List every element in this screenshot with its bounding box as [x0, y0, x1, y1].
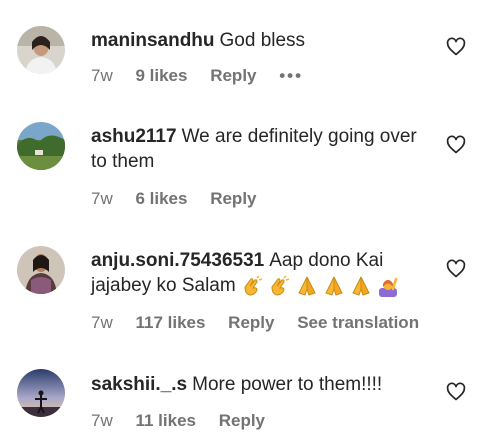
- comment-text: More power to them!!!!: [192, 374, 383, 395]
- like-heart-icon[interactable]: [446, 135, 466, 155]
- comment-meta: 7w 117 likes Reply See translation: [91, 313, 437, 333]
- like-heart-icon[interactable]: [446, 382, 466, 402]
- see-translation-button[interactable]: See translation: [297, 313, 419, 332]
- comment-username[interactable]: sakshii._.s: [91, 374, 187, 395]
- like-heart-icon[interactable]: [446, 37, 466, 57]
- avatar[interactable]: [17, 122, 65, 170]
- comment-time: 7w: [91, 189, 113, 208]
- clapping-hands-icon: [244, 275, 263, 296]
- more-options-button[interactable]: •••: [279, 66, 303, 85]
- avatar[interactable]: [17, 246, 65, 294]
- reply-button[interactable]: Reply: [219, 411, 265, 430]
- comment-body: ashu2117 We are definitely going over to …: [91, 124, 421, 174]
- comment-username[interactable]: maninsandhu: [91, 30, 215, 51]
- emoji-row: [241, 275, 399, 297]
- folded-hands-icon: [325, 276, 343, 296]
- avatar[interactable]: [17, 26, 65, 74]
- reply-button[interactable]: Reply: [210, 66, 256, 85]
- comment-likes[interactable]: 117 likes: [135, 313, 205, 332]
- folded-hands-icon: [297, 276, 316, 296]
- comment-likes[interactable]: 11 likes: [135, 411, 196, 430]
- folded-hands-icon: [352, 276, 370, 296]
- clapping-hands-icon: [271, 275, 290, 296]
- comment-time: 7w: [91, 66, 113, 85]
- comment-likes[interactable]: 9 likes: [135, 66, 187, 85]
- like-heart-icon[interactable]: [446, 259, 466, 279]
- comment-time: 7w: [91, 313, 113, 332]
- comment-username[interactable]: anju.soni.75436531: [91, 250, 264, 271]
- comment-body: maninsandhu God bless: [91, 28, 421, 53]
- avatar[interactable]: [17, 369, 65, 417]
- reply-button[interactable]: Reply: [210, 189, 256, 208]
- comment-username[interactable]: ashu2117: [91, 126, 177, 147]
- person-raising-hand-icon: [379, 277, 398, 297]
- comment-body: sakshii._.s More power to them!!!!: [91, 372, 421, 397]
- comment-meta: 7w 6 likes Reply: [91, 189, 275, 209]
- comment-time: 7w: [91, 411, 113, 430]
- comment-text: God bless: [219, 30, 306, 51]
- comment-body: anju.soni.75436531 Aap dono Kai jajabey k…: [91, 248, 421, 298]
- reply-button[interactable]: Reply: [228, 313, 274, 332]
- comment-meta: 7w 11 likes Reply: [91, 411, 283, 431]
- comment-likes[interactable]: 6 likes: [135, 189, 187, 208]
- comment-meta: 7w 9 likes Reply •••: [91, 66, 321, 86]
